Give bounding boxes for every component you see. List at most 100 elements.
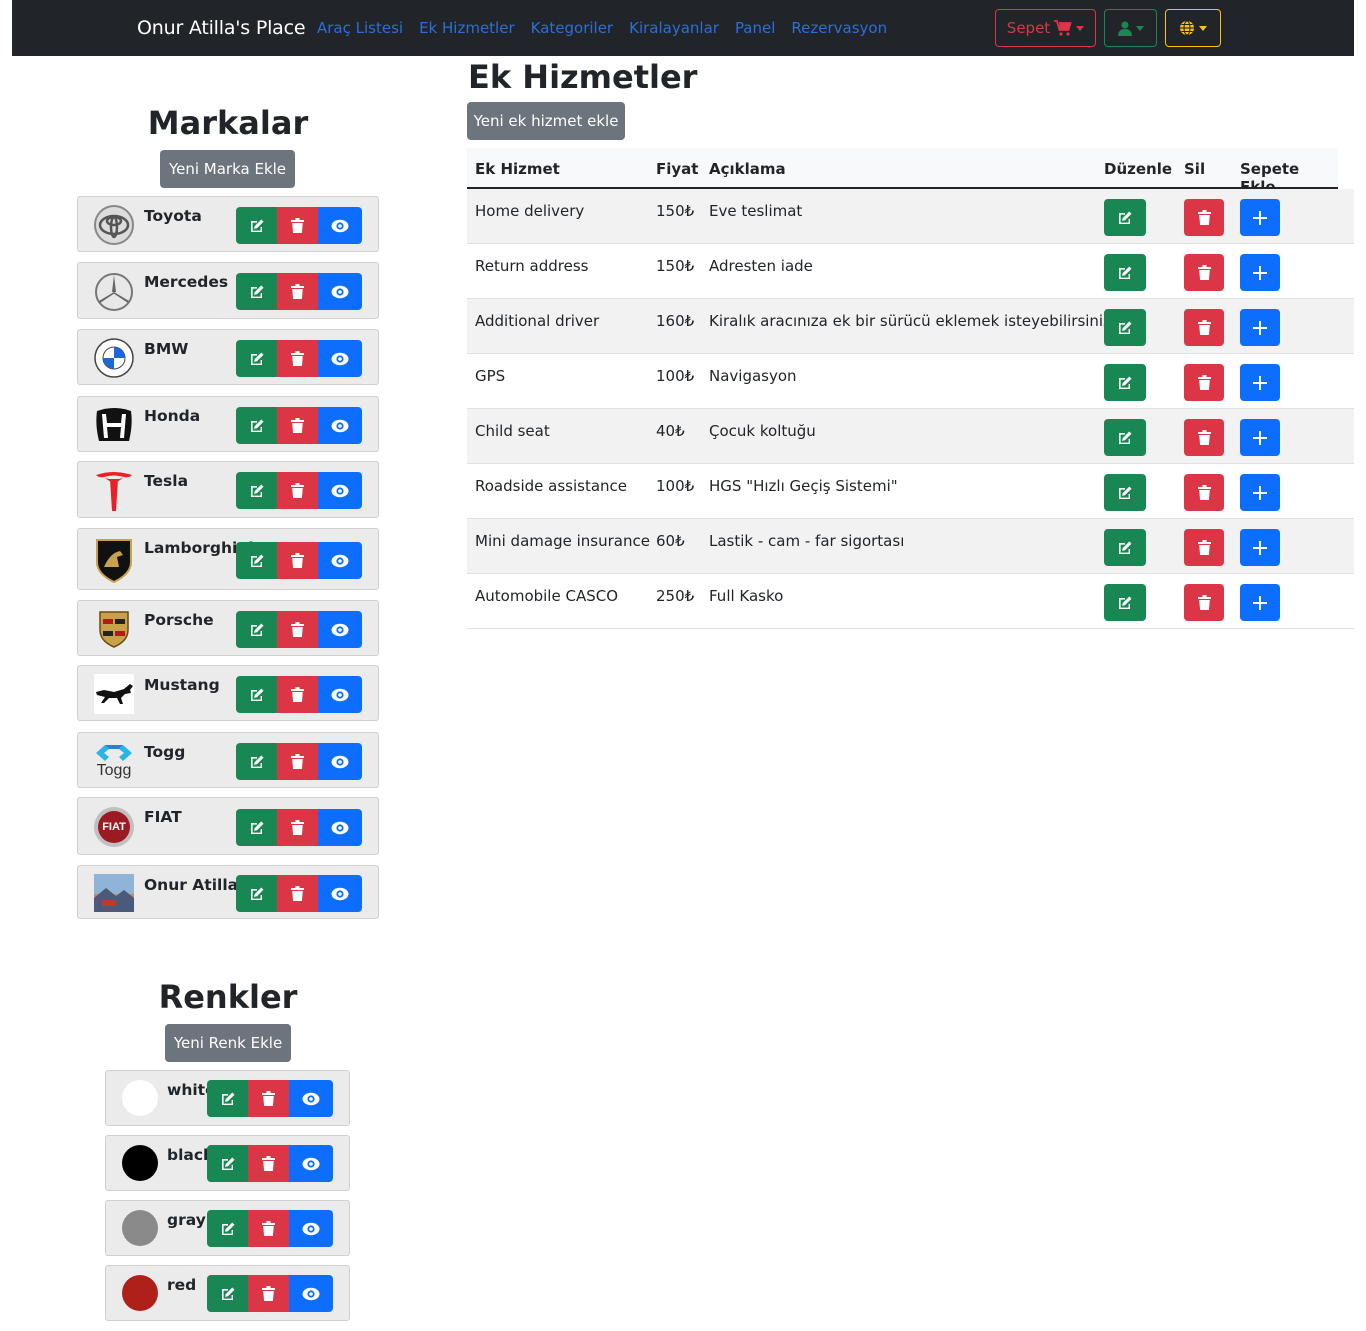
add-color-button[interactable]: Yeni Renk Ekle <box>165 1024 291 1062</box>
edit-brand-button[interactable] <box>236 743 277 780</box>
edit-service-button[interactable] <box>1104 419 1146 456</box>
view-brand-button[interactable] <box>318 407 362 444</box>
delete-service-button[interactable] <box>1184 584 1224 621</box>
trash-icon <box>291 687 304 702</box>
edit-service-button[interactable] <box>1104 309 1146 346</box>
delete-service-button[interactable] <box>1184 419 1224 456</box>
delete-brand-button[interactable] <box>277 542 318 579</box>
nav-link-rezervasyon[interactable]: Rezervasyon <box>791 19 887 37</box>
edit-service-button[interactable] <box>1104 364 1146 401</box>
delete-service-button[interactable] <box>1184 529 1224 566</box>
view-brand-button[interactable] <box>318 875 362 912</box>
edit-icon <box>1119 486 1132 499</box>
edit-brand-button[interactable] <box>236 809 277 846</box>
navbar-brand[interactable]: Onur Atilla's Place <box>137 17 306 39</box>
edit-brand-button[interactable] <box>236 207 277 244</box>
add-to-cart-button[interactable] <box>1240 364 1280 401</box>
nav-link-panel[interactable]: Panel <box>735 19 775 37</box>
view-brand-button[interactable] <box>318 273 362 310</box>
edit-brand-button[interactable] <box>236 340 277 377</box>
add-to-cart-button[interactable] <box>1240 584 1280 621</box>
delete-brand-button[interactable] <box>277 207 318 244</box>
trash-icon <box>1197 375 1211 390</box>
nav-link-ek-hizmetler[interactable]: Ek Hizmetler <box>419 19 515 37</box>
view-color-button[interactable] <box>289 1210 333 1247</box>
delete-service-button[interactable] <box>1184 309 1224 346</box>
edit-color-button[interactable] <box>207 1145 248 1182</box>
view-brand-button[interactable] <box>318 676 362 713</box>
edit-brand-button[interactable] <box>236 676 277 713</box>
view-brand-button[interactable] <box>318 207 362 244</box>
add-to-cart-button[interactable] <box>1240 529 1280 566</box>
eye-icon <box>331 755 349 768</box>
brand-actions <box>236 676 362 713</box>
edit-color-button[interactable] <box>207 1080 248 1117</box>
language-dropdown-button[interactable] <box>1165 9 1221 47</box>
edit-brand-button[interactable] <box>236 611 277 648</box>
edit-brand-button[interactable] <box>236 273 277 310</box>
eye-icon <box>331 219 349 232</box>
delete-service-button[interactable] <box>1184 474 1224 511</box>
trash-icon <box>291 483 304 498</box>
view-brand-button[interactable] <box>318 743 362 780</box>
delete-brand-button[interactable] <box>277 472 318 509</box>
edit-color-button[interactable] <box>207 1275 248 1312</box>
nav-link-arac-listesi[interactable]: Araç Listesi <box>317 19 403 37</box>
delete-brand-button[interactable] <box>277 407 318 444</box>
delete-service-button[interactable] <box>1184 254 1224 291</box>
cart-dropdown-button[interactable]: Sepet <box>995 9 1096 47</box>
delete-brand-button[interactable] <box>277 611 318 648</box>
add-to-cart-button[interactable] <box>1240 309 1280 346</box>
edit-service-button[interactable] <box>1104 199 1146 236</box>
service-price: 250₺ <box>656 587 695 605</box>
add-service-button[interactable]: Yeni ek hizmet ekle <box>467 102 625 140</box>
delete-brand-button[interactable] <box>277 809 318 846</box>
edit-service-button[interactable] <box>1104 474 1146 511</box>
togg-logo-icon: Togg <box>92 739 136 783</box>
delete-service-button[interactable] <box>1184 364 1224 401</box>
service-price: 150₺ <box>656 202 695 220</box>
eye-icon <box>302 1157 320 1170</box>
delete-color-button[interactable] <box>248 1210 289 1247</box>
edit-brand-button[interactable] <box>236 472 277 509</box>
nav-link-kiralayanlar[interactable]: Kiralayanlar <box>629 19 719 37</box>
delete-color-button[interactable] <box>248 1145 289 1182</box>
delete-brand-button[interactable] <box>277 273 318 310</box>
add-brand-button[interactable]: Yeni Marka Ekle <box>160 150 295 188</box>
delete-service-button[interactable] <box>1184 199 1224 236</box>
trash-icon <box>262 1286 275 1301</box>
add-to-cart-button[interactable] <box>1240 254 1280 291</box>
edit-icon <box>1119 211 1132 224</box>
view-color-button[interactable] <box>289 1275 333 1312</box>
edit-service-button[interactable] <box>1104 584 1146 621</box>
edit-brand-button[interactable] <box>236 542 277 579</box>
view-color-button[interactable] <box>289 1080 333 1117</box>
header-delete: Sil <box>1184 160 1206 178</box>
trash-icon <box>262 1156 275 1171</box>
delete-brand-button[interactable] <box>277 743 318 780</box>
view-brand-button[interactable] <box>318 340 362 377</box>
service-price: 100₺ <box>656 477 695 495</box>
service-description: Eve teslimat <box>709 202 803 220</box>
edit-service-button[interactable] <box>1104 529 1146 566</box>
user-dropdown-button[interactable] <box>1104 9 1157 47</box>
delete-brand-button[interactable] <box>277 340 318 377</box>
view-brand-button[interactable] <box>318 542 362 579</box>
add-to-cart-button[interactable] <box>1240 199 1280 236</box>
view-brand-button[interactable] <box>318 611 362 648</box>
edit-color-button[interactable] <box>207 1210 248 1247</box>
view-brand-button[interactable] <box>318 809 362 846</box>
edit-brand-button[interactable] <box>236 875 277 912</box>
delete-color-button[interactable] <box>248 1275 289 1312</box>
delete-brand-button[interactable] <box>277 875 318 912</box>
view-brand-button[interactable] <box>318 472 362 509</box>
delete-brand-button[interactable] <box>277 676 318 713</box>
color-swatch <box>122 1145 158 1181</box>
edit-brand-button[interactable] <box>236 407 277 444</box>
add-to-cart-button[interactable] <box>1240 474 1280 511</box>
add-to-cart-button[interactable] <box>1240 419 1280 456</box>
nav-link-kategoriler[interactable]: Kategoriler <box>531 19 613 37</box>
view-color-button[interactable] <box>289 1145 333 1182</box>
edit-service-button[interactable] <box>1104 254 1146 291</box>
delete-color-button[interactable] <box>248 1080 289 1117</box>
